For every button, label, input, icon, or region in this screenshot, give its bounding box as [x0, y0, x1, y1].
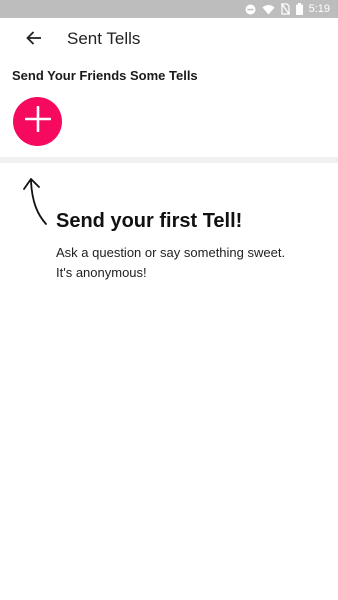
section-title: Send Your Friends Some Tells [12, 68, 198, 83]
page-title: Sent Tells [67, 29, 141, 48]
empty-state-title: Send your first Tell! [56, 210, 243, 232]
empty-state-description: Ask a question or say something sweet. I… [56, 243, 326, 283]
empty-state-line-1: Ask a question or say something sweet. [56, 245, 286, 260]
add-tell-button[interactable] [13, 97, 62, 146]
status-bar: 5:19 [0, 0, 338, 18]
app-bar: Sent Tells [0, 18, 338, 62]
no-sim-icon [280, 3, 290, 15]
back-button[interactable] [20, 28, 48, 52]
section-divider [0, 157, 338, 163]
plus-icon [24, 105, 51, 137]
arrow-left-icon [26, 30, 42, 50]
empty-state-line-2: It's anonymous! [56, 265, 147, 280]
battery-icon [295, 3, 303, 15]
dnd-icon [245, 4, 256, 15]
status-time: 5:19 [308, 3, 330, 15]
hand-drawn-up-arrow-icon [20, 175, 52, 227]
wifi-icon [262, 4, 275, 15]
